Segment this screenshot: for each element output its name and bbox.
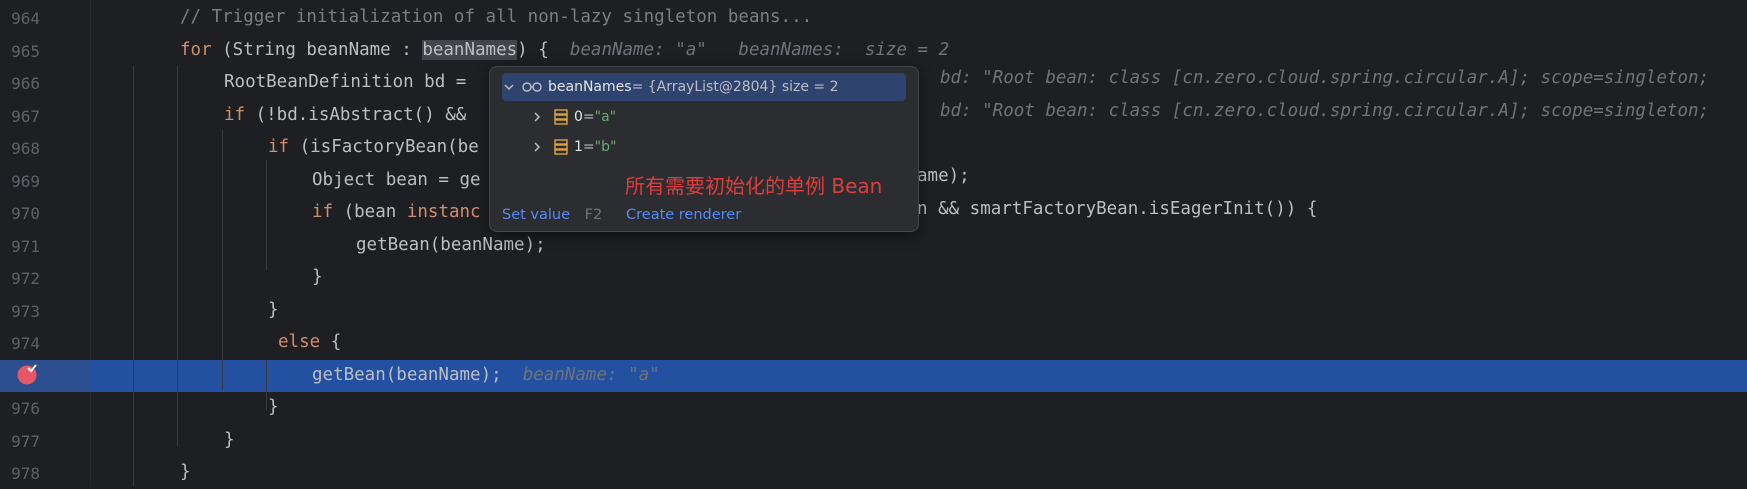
line-number[interactable]: 969 — [0, 172, 40, 191]
inline-hint-bd: bd: "Root bean: class [cn.zero.cloud.spr… — [940, 68, 1710, 88]
tree-root-row[interactable]: beanNames = {ArrayList@2804} size = 2 — [502, 73, 906, 101]
annotation-text: 所有需要初始化的单例 Bean — [625, 174, 883, 198]
code-token: (isFactoryBean(be — [289, 137, 479, 157]
element-index: 0 — [574, 109, 583, 125]
code-token: instanc — [406, 202, 481, 222]
code-line[interactable]: 977} — [0, 425, 1747, 457]
code-token: (!bd.isAbstract() && — [245, 104, 477, 125]
indent-guide — [222, 130, 223, 390]
chevron-right-icon[interactable] — [530, 140, 544, 154]
tree-child-row[interactable]: 1 = "b" — [502, 133, 906, 161]
code-token: } — [268, 397, 279, 417]
indent-guide — [266, 160, 267, 270]
element-eq: = — [582, 109, 595, 125]
code-line[interactable]: 971 getBean(beanName); — [0, 230, 1747, 262]
element-index: 1 — [574, 139, 583, 155]
code-token: else — [278, 332, 321, 352]
line-number[interactable]: 978 — [0, 464, 40, 483]
code-fragment: n && smartFactoryBean.isEagerInit()) { — [917, 199, 1318, 219]
code-token: } — [224, 429, 235, 450]
element-eq: = — [582, 139, 595, 155]
code-line[interactable]: 965 for (String beanName : beanNames) { b… — [0, 35, 1747, 67]
line-number[interactable]: 966 — [0, 74, 40, 93]
element-value: "b" — [594, 139, 617, 155]
current-execution-line[interactable]: getBean(beanName); beanName: "a" — [0, 359, 1747, 392]
code-line[interactable]: 964 // Trigger initialization of all non-… — [0, 2, 1747, 34]
array-element-icon — [554, 109, 568, 125]
code-token: if — [224, 104, 246, 125]
code-text: } — [224, 430, 235, 450]
code-text: if (isFactoryBean(be — [268, 137, 479, 157]
watch-glasses-icon — [522, 81, 542, 93]
code-token: beanNames — [422, 39, 518, 60]
code-token: beanName: "a" beanNames: size = 2 — [569, 39, 950, 60]
variable-value: = {ArrayList@2804} size = 2 — [631, 79, 839, 95]
indent-guide — [177, 66, 178, 446]
debug-value-popup[interactable]: beanNames = {ArrayList@2804} size = 2 0 … — [489, 66, 919, 232]
code-token: { — [320, 332, 342, 352]
array-element-icon — [554, 139, 568, 155]
code-text: } — [268, 300, 279, 320]
code-text: for (String beanName : beanNames) { bean… — [180, 39, 950, 60]
code-token: if — [268, 137, 290, 157]
code-text: // Trigger initialization of all non-laz… — [180, 7, 812, 27]
indent-guide — [266, 360, 267, 410]
code-text: Object bean = ge — [312, 170, 481, 190]
code-text: if (bean instanc — [312, 202, 481, 222]
line-number[interactable]: 974 — [0, 334, 40, 353]
code-text: getBean(beanName); beanName: "a" — [312, 365, 660, 385]
set-value-shortcut: F2 — [584, 207, 603, 223]
create-renderer-link[interactable]: Create renderer — [626, 207, 741, 223]
code-token: (bean — [333, 202, 407, 222]
code-token: beanName: "a" — [522, 364, 660, 385]
line-number[interactable]: 967 — [0, 107, 40, 126]
code-token: // Trigger initialization of all non-laz… — [180, 7, 813, 27]
chevron-down-icon[interactable] — [502, 80, 516, 94]
code-token: } — [180, 462, 191, 482]
line-number[interactable]: 970 — [0, 204, 40, 223]
code-line[interactable]: 974 else { — [0, 327, 1747, 359]
element-value: "a" — [594, 109, 617, 125]
line-number[interactable]: 968 — [0, 139, 40, 158]
code-fragment: ame); — [917, 166, 970, 186]
code-token: (String beanName : — [211, 39, 423, 60]
code-text: } — [180, 462, 191, 482]
variable-name: beanNames — [548, 79, 632, 95]
breakpoint-icon[interactable] — [16, 363, 38, 385]
code-token: } — [268, 299, 279, 320]
line-number[interactable]: 973 — [0, 302, 40, 321]
code-token: for — [180, 39, 212, 60]
code-token: ) { — [517, 39, 570, 60]
line-number[interactable]: 964 — [0, 9, 40, 28]
set-value-action[interactable]: Set value F2 — [502, 207, 602, 223]
code-text: RootBeanDefinition bd = — [224, 72, 477, 92]
line-number[interactable]: 972 — [0, 269, 40, 288]
code-line[interactable]: 973} — [0, 295, 1747, 327]
line-number[interactable]: 965 — [0, 42, 40, 61]
code-token: RootBeanDefinition bd = — [224, 72, 477, 92]
line-number[interactable]: 971 — [0, 237, 40, 256]
indent-guide — [133, 66, 134, 486]
code-token: } — [312, 267, 323, 287]
code-token: getBean(beanName); — [356, 234, 546, 255]
line-number[interactable]: 976 — [0, 399, 40, 418]
inline-hint-bd: bd: "Root bean: class [cn.zero.cloud.spr… — [940, 101, 1710, 121]
code-text: if (!bd.isAbstract() && — [224, 105, 477, 125]
code-token: getBean(beanName); — [312, 364, 523, 385]
tree-child-row[interactable]: 0 = "a" — [502, 103, 906, 131]
code-text: } — [268, 397, 279, 417]
code-line[interactable]: 972} — [0, 262, 1747, 294]
line-number[interactable]: 977 — [0, 432, 40, 451]
set-value-link[interactable]: Set value — [502, 207, 570, 223]
code-token: Object bean = ge — [312, 169, 481, 190]
code-token: if — [312, 202, 334, 222]
code-line[interactable]: 976} — [0, 392, 1747, 424]
code-text: } — [312, 267, 323, 287]
code-text: else { — [278, 332, 341, 352]
code-text: getBean(beanName); — [356, 235, 546, 255]
chevron-right-icon[interactable] — [530, 110, 544, 124]
code-line[interactable]: 978} — [0, 457, 1747, 489]
